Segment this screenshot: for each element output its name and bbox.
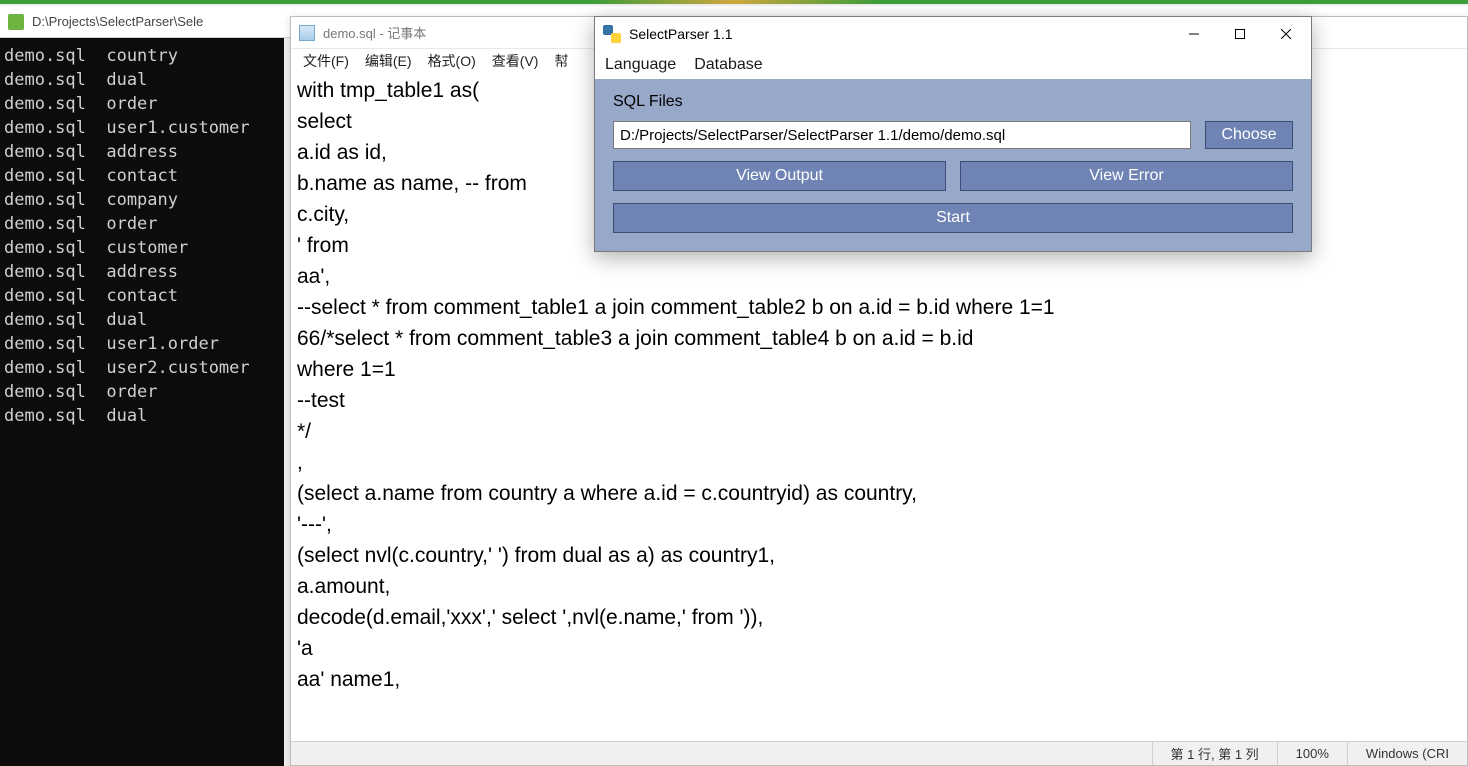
close-button[interactable] xyxy=(1263,18,1309,50)
notepad-statusbar: 第 1 行, 第 1 列 100% Windows (CRI xyxy=(291,741,1467,765)
view-error-button[interactable]: View Error xyxy=(960,161,1293,191)
start-button[interactable]: Start xyxy=(613,203,1293,233)
background-window-title: D:\Projects\SelectParser\Sele xyxy=(32,14,203,29)
app-icon xyxy=(8,14,24,30)
status-encoding: Windows (CRI xyxy=(1347,742,1467,765)
view-output-button[interactable]: View Output xyxy=(613,161,946,191)
menu-format[interactable]: 格式(O) xyxy=(422,49,482,73)
console-output: demo.sql country demo.sql dual demo.sql … xyxy=(4,46,250,426)
menu-view[interactable]: 查看(V) xyxy=(486,49,545,73)
python-icon xyxy=(603,25,621,43)
toolwin-menubar: Language Database xyxy=(595,51,1311,79)
top-border-accent xyxy=(0,0,1468,4)
menu-language[interactable]: Language xyxy=(605,56,676,74)
choose-button[interactable]: Choose xyxy=(1205,121,1293,149)
status-zoom: 100% xyxy=(1277,742,1347,765)
toolwin-body: SQL Files Choose View Output View Error … xyxy=(595,79,1311,251)
console-panel[interactable]: demo.sql country demo.sql dual demo.sql … xyxy=(0,38,284,766)
toolwin-title: SelectParser 1.1 xyxy=(629,26,733,42)
status-position: 第 1 行, 第 1 列 xyxy=(1152,742,1277,765)
window-controls xyxy=(1171,18,1309,50)
sql-path-input[interactable] xyxy=(613,121,1191,149)
menu-edit[interactable]: 编辑(E) xyxy=(359,49,418,73)
menu-database[interactable]: Database xyxy=(694,56,763,74)
notepad-title: demo.sql - 记事本 xyxy=(323,23,426,42)
selectparser-window: SelectParser 1.1 Language Database SQL F… xyxy=(594,16,1312,252)
maximize-button[interactable] xyxy=(1217,18,1263,50)
menu-file[interactable]: 文件(F) xyxy=(297,49,355,73)
sql-files-label: SQL Files xyxy=(613,93,1293,111)
menu-help-cut[interactable]: 幇 xyxy=(548,49,574,73)
minimize-button[interactable] xyxy=(1171,18,1217,50)
toolwin-titlebar[interactable]: SelectParser 1.1 xyxy=(595,17,1311,51)
notepad-icon xyxy=(299,25,315,41)
